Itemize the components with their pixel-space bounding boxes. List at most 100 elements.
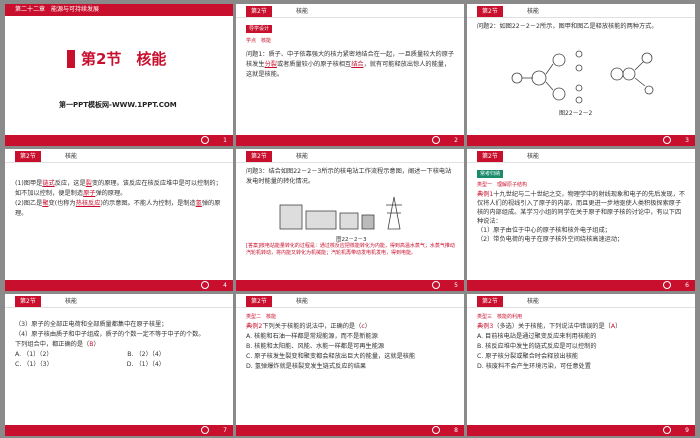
slide-grid: 第二十二章 能源与可持续发展 第2节 核能 第一PPT模板网-WWW.1PPT.… <box>0 0 700 438</box>
slide-footer: 2 <box>236 135 464 146</box>
slide-2[interactable]: 第2节 核能 导学设计 学点 核能 问题1：质子、中子依靠强大的核力紧密地结合在一… <box>236 4 464 146</box>
page-number: 8 <box>454 427 458 434</box>
choice-c: C. 原子核发生裂变和聚变都会释放出巨大的能量，这就是核能 <box>246 353 416 360</box>
choice-c: C. 原子核分裂或聚合时会释放出核能 <box>477 353 579 360</box>
text: 反应，这是 <box>54 180 86 187</box>
summary-badge: 常考归纳 <box>477 170 504 178</box>
page-number: 1 <box>223 137 227 144</box>
option-text: （4）原子核由质子和中子组成，质子的个数一定不等于中子的个数。 <box>15 331 205 338</box>
slide-footer: 8 <box>236 425 464 436</box>
choice-c: C. （1）（3） <box>15 361 53 368</box>
slide-footer: 5 <box>236 280 464 291</box>
title-accent <box>67 50 75 68</box>
page-circle-icon <box>663 281 671 289</box>
slide-header: 第2节 核能 <box>5 294 233 308</box>
example-text: 下列关于核能的说法中，正确的是（ <box>262 323 362 330</box>
fission-fusion-diagram <box>511 50 654 104</box>
page-number: 9 <box>685 427 689 434</box>
page-circle-icon <box>432 426 440 434</box>
slide-footer: 4 <box>5 280 233 291</box>
sub-heading: 类型三 核能的利用 <box>477 314 523 320</box>
choice-b: B. 核能和太阳能、风能、水能一样都是可再生能源 <box>246 343 385 350</box>
page-circle-icon <box>663 136 671 144</box>
page-number: 3 <box>685 137 689 144</box>
slide-footer: 1 <box>5 135 233 146</box>
chapter-title: 第二十二章 能源与可持续发展 <box>15 6 100 13</box>
section-tag: 第2节 <box>15 296 41 307</box>
text: 变(也称为 <box>48 200 76 207</box>
slide-footer: 3 <box>467 135 695 146</box>
page-circle-icon <box>663 426 671 434</box>
section-tag: 第2节 <box>246 6 272 17</box>
choice-b: B. （2）（4） <box>127 351 165 358</box>
slide-footer: 9 <box>467 425 695 436</box>
slide-1[interactable]: 第二十二章 能源与可持续发展 第2节 核能 第一PPT模板网-WWW.1PPT.… <box>5 4 233 146</box>
section-title: 核能 <box>527 298 540 305</box>
guide-badge: 导学设计 <box>246 25 273 33</box>
choice-a: A. 核能和石油一样都是常规能源，而不是新能源 <box>246 333 378 340</box>
blank-answer: 链式 <box>42 180 55 187</box>
page-number: 6 <box>685 282 689 289</box>
slide-5[interactable]: 第2节 核能 问题3：结合如图22－2－3所示的核电站工作流程示意图，阐述一下核电… <box>236 149 464 291</box>
sub-heading: 类型一 理解原子结构 <box>477 182 528 188</box>
example-text: ） <box>615 323 622 330</box>
page-circle-icon <box>432 281 440 289</box>
text: )的示意图。不能人为控制，是制造 <box>100 200 196 207</box>
slide-header: 第2节 核能 <box>236 294 464 308</box>
section-tag: 第2节 <box>477 151 503 162</box>
answer-text: [答案]核电站能量转化的过程是：通过核反应把核能转化为内能，得到高温水蒸气；水蒸… <box>246 243 455 256</box>
section-tag: 第2节 <box>246 296 272 307</box>
section-tag: 第2节 <box>15 151 41 162</box>
slide-header: 第2节 核能 <box>236 4 464 18</box>
slide-header: 第2节 核能 <box>5 149 233 163</box>
section-title: 核能 <box>65 153 78 160</box>
figure-caption: 图22－2－3 <box>336 237 367 243</box>
blank-answer: 结合 <box>351 61 364 68</box>
option-text: （2）带负电荷的电子在原子核外空间绕核高速运动； <box>477 236 624 243</box>
blank-answer: 分裂 <box>264 61 277 68</box>
sub-heading: 类型二 核能 <box>246 314 277 320</box>
text: (2)图乙是 <box>15 200 43 207</box>
example-label: 典例3 <box>477 323 494 330</box>
question-text: 问题3：结合如图22－2－3所示的核电站工作流程示意图，阐述一下核电站发电时能量… <box>246 168 452 185</box>
slide-footer: 7 <box>5 425 233 436</box>
slide-footer: 6 <box>467 280 695 291</box>
sub-heading: 学点 核能 <box>246 38 272 44</box>
choice-b: B. 核反应堆中发生的链式反应是可以控制的 <box>477 343 597 350</box>
slide-4[interactable]: 第2节 核能 (1)图甲是链式反应，这是裂变的原理。该反应在核反应堆中是可以控制的… <box>5 149 233 291</box>
blank-answer: 原子 <box>83 190 96 197</box>
section-title: 核能 <box>527 153 540 160</box>
slide-7[interactable]: 第2节 核能 （3）原子的全部正电荷和全部质量都集中在原子核里； （4）原子核由质… <box>5 294 233 436</box>
page-number: 2 <box>454 137 458 144</box>
slide-header: 第2节 核能 <box>467 149 695 163</box>
slide-9[interactable]: 第2节 核能 类型三 核能的利用 典例3（多选）关于核能，下列说法中错误的是（A）… <box>467 294 695 436</box>
example-text: ） <box>364 323 371 330</box>
section-tag: 第2节 <box>477 6 503 17</box>
page-circle-icon <box>432 136 440 144</box>
slide-6[interactable]: 第2节 核能 常考归纳 类型一 理解原子结构 典例1十九世纪与二十世纪之交，物理学… <box>467 149 695 291</box>
slide-1-header-bar: 第二十二章 能源与可持续发展 <box>5 4 233 16</box>
page-circle-icon <box>201 426 209 434</box>
slide-3[interactable]: 第2节 核能 问题2：如图22－2－2所示，图甲和图乙是释放核能的两种方式。 图2… <box>467 4 695 146</box>
example-label: 典例1 <box>477 191 494 198</box>
question-text: ） <box>93 341 100 348</box>
option-text: （1）原子由位于中心的原子核和核外电子组成； <box>477 227 611 234</box>
question-text: 或者质量较小的原子核相互 <box>276 61 352 68</box>
page-circle-icon <box>201 281 209 289</box>
section-title: 核能 <box>296 8 309 15</box>
slide-title: 第2节 核能 <box>81 50 167 68</box>
text: 弹的原理。 <box>95 190 127 197</box>
example-text: （多选）关于核能，下列说法中错误的是（ <box>493 323 611 330</box>
page-number: 5 <box>454 282 458 289</box>
example-label: 典例2 <box>246 323 263 330</box>
text: (1)图甲是 <box>15 180 43 187</box>
option-text: （3）原子的全部正电荷和全部质量都集中在原子核里； <box>15 321 168 328</box>
page-number: 7 <box>223 427 227 434</box>
slide-8[interactable]: 第2节 核能 类型二 核能 典例2下列关于核能的说法中，正确的是（c） A. 核能… <box>236 294 464 436</box>
choice-d: D. 氢弹爆炸就是核裂变发生链式反应的结果 <box>246 363 367 370</box>
figure-caption: 图22－2－2 <box>559 110 593 117</box>
site-name: 第一PPT模板网-WWW.1PPT.COM <box>59 101 177 109</box>
choice-a: A. （1）（2） <box>15 351 53 358</box>
question-text: 问题2：如图22－2－2所示，图甲和图乙是释放核能的两种方式。 <box>477 23 658 30</box>
slide-header: 第2节 核能 <box>467 294 695 308</box>
